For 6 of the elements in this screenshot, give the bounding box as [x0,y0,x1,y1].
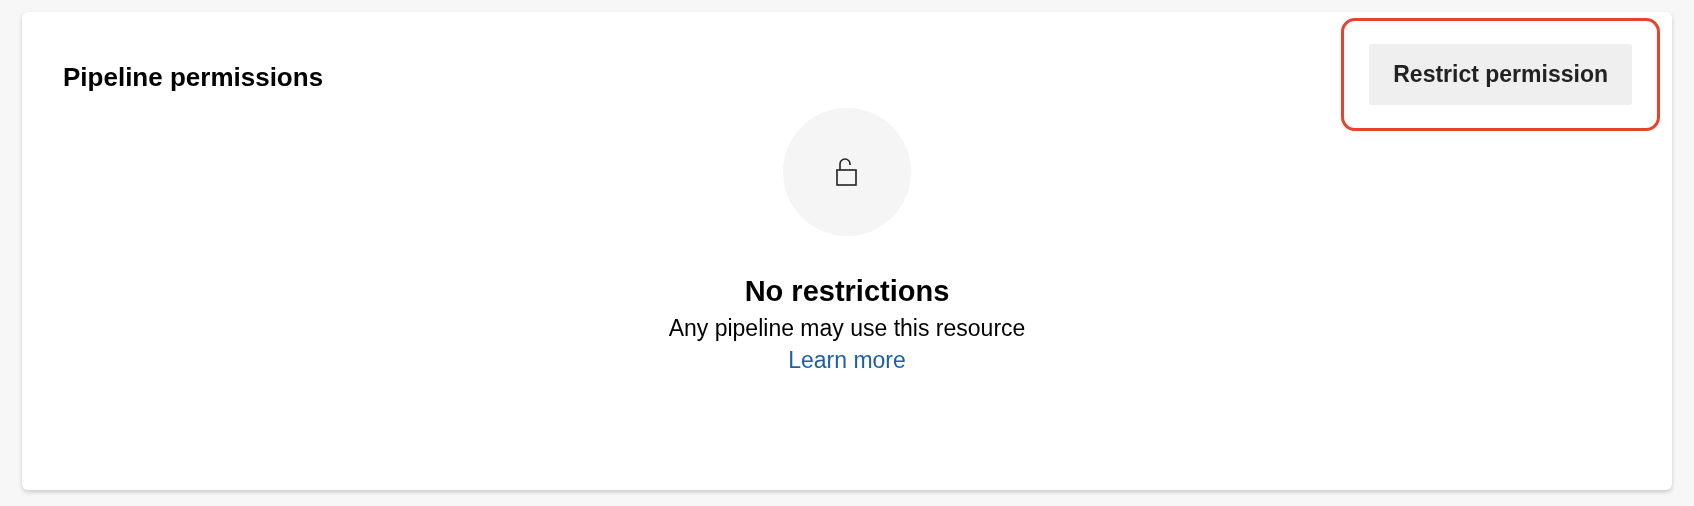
empty-state-message: Any pipeline may use this resource [668,314,1026,343]
unlock-icon [834,156,860,188]
section-title: Pipeline permissions [63,61,324,94]
empty-state-heading: No restrictions [744,274,950,309]
learn-more-link[interactable]: Learn more [788,344,906,376]
restrict-permission-button[interactable]: Restrict permission [1369,44,1632,105]
